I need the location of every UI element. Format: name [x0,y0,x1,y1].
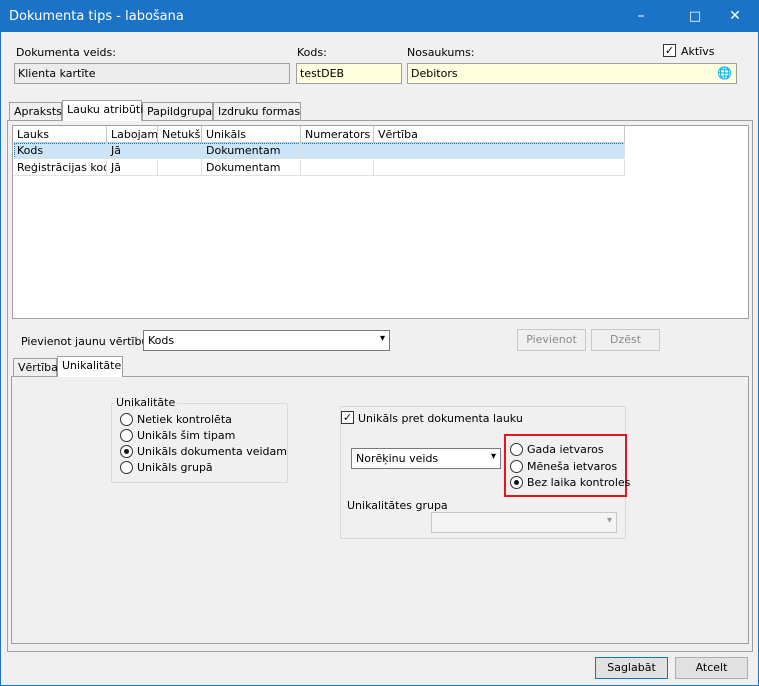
globe-icon[interactable]: 🌐 [717,66,732,80]
table-cell[interactable]: Reģistrācijas kods [13,160,107,176]
doc-type-field[interactable]: Klienta kartīte [14,63,290,84]
bottom-tabs: Vērtība Unikalitāte [13,356,213,378]
radio-circle [510,460,523,473]
uniqueness-group-title: Unikalitāte [114,396,178,409]
title-bar[interactable]: Dokumenta tips - labošana – □ ✕ [1,1,758,32]
radio-circle [510,443,523,456]
tab-unikalitate[interactable]: Unikalitāte [57,356,123,377]
radio-label: Unikāls grupā [137,461,213,474]
name-label: Nosaukums: [407,46,475,59]
tab-apraksts[interactable]: Apraksts [9,102,62,121]
radio-label: Netiek kontrolēta [137,413,232,426]
chevron-down-icon: ▾ [490,451,496,462]
table-cell[interactable]: Jā [107,143,158,159]
attributes-grid[interactable]: Lauks Labojams Netukšs Unikāls Numerator… [12,125,749,319]
cancel-button[interactable]: Atcelt [675,657,748,679]
col-header[interactable]: Lauks [13,126,107,143]
table-cell[interactable]: Dokumentam [202,160,301,176]
table-cell[interactable]: Kods [13,143,107,159]
radio-label: Bez laika kontroles [527,476,631,489]
col-header[interactable]: Labojams [107,126,158,143]
field-select-value: Norēķinu veids [356,452,439,465]
close-icon[interactable]: ✕ [712,1,758,32]
table-cell[interactable] [374,143,625,159]
active-checkbox[interactable]: ✓ [663,44,676,57]
table-cell[interactable]: Dokumentam [202,143,301,159]
window-title: Dokumenta tips - labošana [9,9,184,24]
doc-type-label: Dokumenta veids: [16,46,116,59]
radio-label: Mēneša ietvaros [527,460,618,473]
unique-group-select[interactable]: ▾ [431,512,617,533]
field-unique-checkbox[interactable]: ✓ [341,411,354,424]
add-value-selected: Kods [148,334,175,347]
table-cell[interactable] [158,160,202,176]
code-field[interactable]: testDEB [296,63,402,84]
table-cell[interactable] [158,143,202,159]
add-value-label: Pievienot jaunu vērtību: [21,335,153,348]
chevron-down-icon: ▾ [606,515,612,526]
tab-lauku-atributi[interactable]: Lauku atribūti [62,100,143,121]
col-header[interactable]: Unikāls [202,126,301,143]
radio-label: Gada ietvaros [527,443,604,456]
tab-izdruku-formas[interactable]: Izdruku formas [213,102,301,121]
add-value-select[interactable]: Kods ▾ [143,330,390,351]
dialog-window: Dokumenta tips - labošana – □ ✕ Dokument… [0,0,759,686]
radio-label: Unikāls dokumenta veidam [137,445,287,458]
name-value: Debitors [411,67,458,80]
save-button[interactable]: Saglabāt [595,657,668,679]
field-select[interactable]: Norēķinu veids ▾ [351,448,501,469]
field-unique-label: Unikāls pret dokumenta lauku [358,412,523,425]
col-header[interactable]: Vērtība [374,126,625,143]
table-cell[interactable] [301,143,374,159]
radio-circle [510,476,523,489]
col-header[interactable]: Numerators [301,126,374,143]
active-label: Aktīvs [681,45,715,58]
radio-circle [120,429,133,442]
name-field[interactable]: Debitors [407,63,737,84]
unique-group-title: Unikalitātes grupa [345,499,450,512]
radio-label: Unikāls šim tipam [137,429,236,442]
radio-circle [120,445,133,458]
col-header[interactable]: Netukšs [158,126,202,143]
tab-papildgrupas[interactable]: Papildgrupas [142,102,218,121]
top-tabs: Apraksts Lauku atribūti Papildgrupas Izd… [9,100,609,122]
minimize-icon[interactable]: – [618,1,664,32]
code-label: Kods: [297,46,327,59]
radio-circle [120,413,133,426]
chevron-down-icon: ▾ [379,333,385,344]
tab-vertiba[interactable]: Vērtība [13,358,58,377]
add-button[interactable]: Pievienot [517,329,586,351]
table-cell[interactable] [301,160,374,176]
table-cell[interactable]: Jā [107,160,158,176]
delete-button[interactable]: Dzēst [591,329,660,351]
radio-circle [120,461,133,474]
table-cell[interactable] [374,160,625,176]
